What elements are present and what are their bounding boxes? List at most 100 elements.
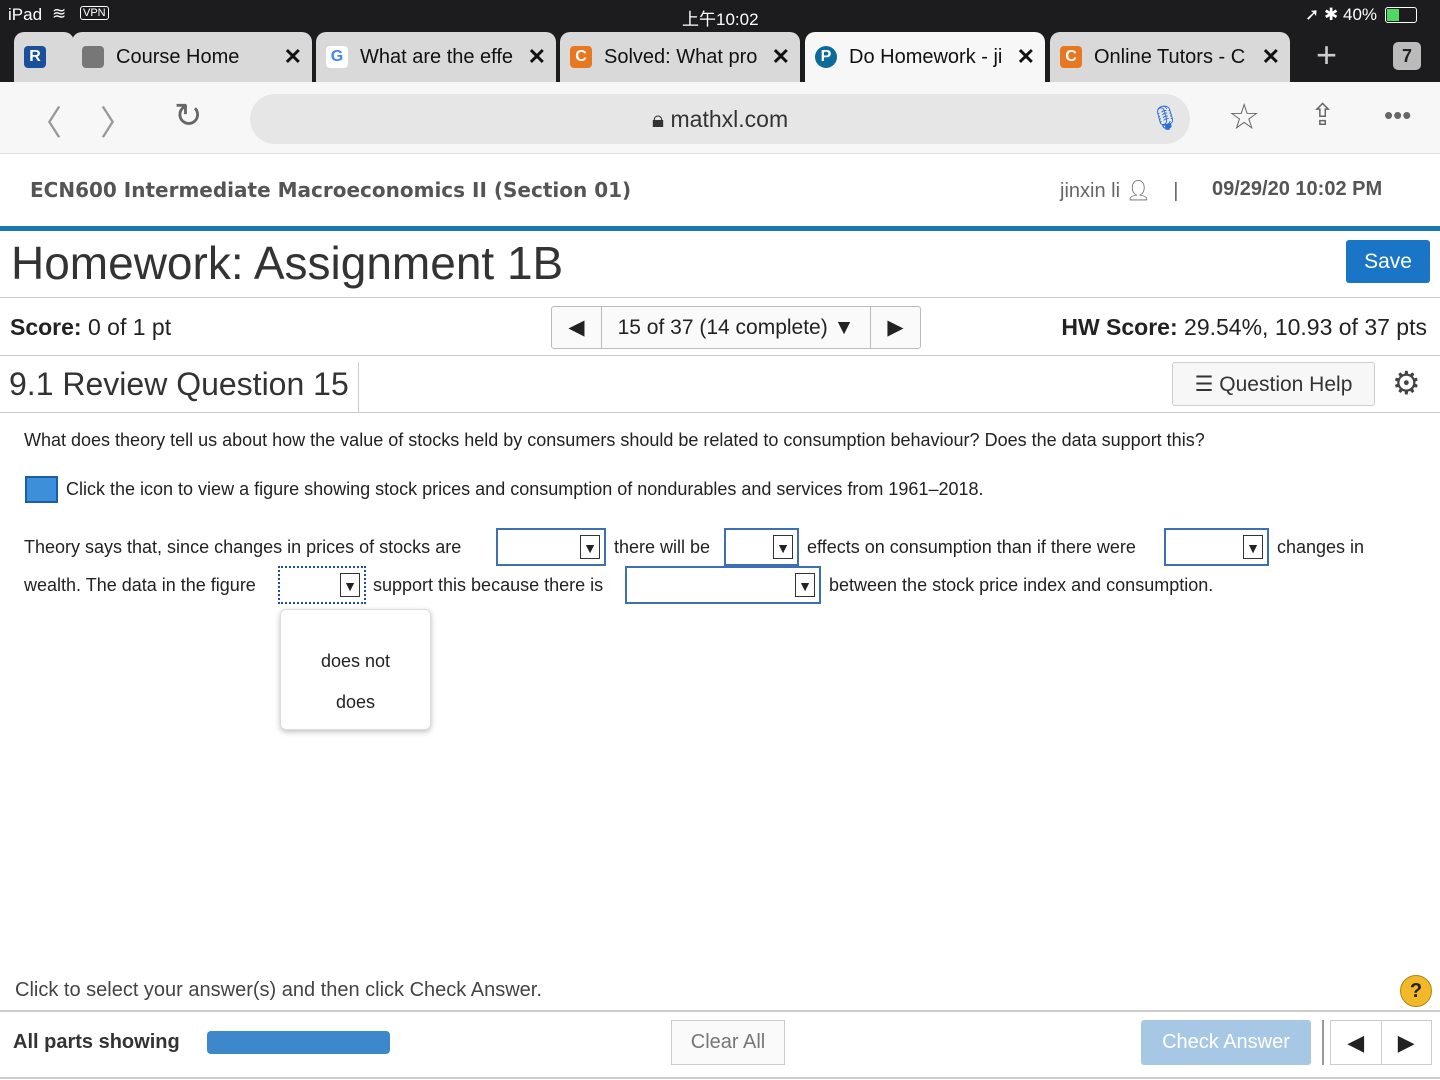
tab-label: Course Home (116, 45, 240, 68)
question-title: 9.1 Review Question 15 (9, 366, 349, 402)
question-text: changes in (1277, 537, 1365, 557)
close-icon[interactable]: ✕ (528, 44, 546, 70)
question-prompt: What does theory tell us about how the v… (24, 430, 1205, 450)
user-label: jinxin li (1060, 180, 1121, 202)
tab-online-tutors[interactable]: C Online Tutors - C ✕ (1050, 32, 1290, 82)
tablet-icon (82, 46, 104, 68)
divider (0, 297, 1440, 298)
reload-button[interactable]: ↻ (174, 96, 203, 136)
close-icon[interactable]: ✕ (284, 44, 302, 70)
pager-label: 15 of 37 (14 complete) (617, 315, 828, 339)
next-question-button[interactable]: ▶ (870, 307, 920, 348)
divider (0, 355, 1440, 356)
next-button[interactable]: ▶ (1382, 1021, 1432, 1064)
microphone-icon[interactable]: 🎙︎ (1150, 104, 1180, 133)
address-bar[interactable]: 🔒︎ mathxl.com (250, 94, 1190, 144)
tab-count[interactable]: 7 (1393, 42, 1421, 70)
more-icon[interactable]: ••• (1384, 100, 1411, 131)
device-label: iPad (8, 5, 43, 24)
user-icon: 👤︎ (1125, 180, 1151, 202)
share-icon[interactable]: ⇪ (1310, 98, 1335, 133)
browser-toolbar: 〈 〉 ↻ 🔒︎ mathxl.com 🎙︎ ☆ ⇪ ••• (0, 82, 1440, 154)
parts-progress-bar (207, 1031, 390, 1054)
tab-google[interactable]: G What are the effe ✕ (316, 32, 556, 82)
caret-down-icon: ▼ (340, 573, 360, 597)
answer-dropdown-1[interactable]: ▼ (496, 528, 606, 566)
question-help-button[interactable]: ☰ Question Help (1172, 362, 1375, 406)
parts-label: All parts showing (13, 1031, 180, 1053)
vpn-badge: VPN (80, 6, 109, 20)
r-icon: R (24, 46, 46, 68)
google-icon: G (326, 46, 348, 68)
save-button[interactable]: Save (1346, 240, 1430, 283)
caret-down-icon: ▼ (795, 573, 815, 597)
question-text: there will be (614, 537, 711, 557)
tab-bar: R Course Home ✕ G What are the effe ✕ C Solv… (0, 30, 1440, 82)
option-label: does (335, 692, 376, 712)
status-bar: iPad ≋ VPN 上午10:02 ➚ ✱ 40% (0, 0, 1440, 30)
help-icon[interactable]: ? (1400, 975, 1432, 1007)
check-answer-button[interactable]: Check Answer (1141, 1020, 1311, 1065)
tab-pinned[interactable]: R (14, 32, 74, 82)
score-value: 0 of 1 pt (87, 314, 172, 340)
user-name[interactable]: jinxin li 👤︎ | (1060, 178, 1178, 203)
figure-link-text: Click the icon to view a figure showing … (66, 479, 984, 499)
forward-button[interactable]: 〉 (100, 96, 134, 145)
battery-icon (1385, 7, 1417, 23)
answer-dropdown-3[interactable]: ▼ (1164, 528, 1269, 566)
chegg-icon: C (570, 46, 592, 68)
tab-do-homework[interactable]: P Do Homework - ji ✕ (805, 32, 1045, 82)
divider (0, 226, 1440, 231)
option-label: does not (320, 651, 391, 671)
caret-down-icon: ▼ (1243, 535, 1263, 559)
pearson-icon: P (815, 46, 837, 68)
page-title: Homework: Assignment 1B (11, 237, 564, 289)
question-select[interactable]: 15 of 37 (14 complete) ▼ (602, 307, 870, 348)
question-help-label: Question Help (1219, 372, 1353, 396)
question-pager: ◀ 15 of 37 (14 complete) ▼ ▶ (551, 306, 921, 349)
close-icon[interactable]: ✕ (1262, 44, 1280, 70)
instruction-text: Click to select your answer(s) and then … (15, 979, 542, 1001)
divider (0, 412, 1440, 413)
question-text: wealth. The data in the figure (24, 575, 256, 595)
bookmark-star-icon[interactable]: ☆ (1228, 96, 1260, 138)
divider (1322, 1020, 1324, 1065)
hw-score-value: 29.54%, 10.93 of 37 pts (1184, 314, 1427, 340)
course-title: ECN600 Intermediate Macroeconomics II (S… (30, 178, 632, 202)
answer-dropdown-5[interactable]: ▼ (625, 566, 821, 604)
question-text: Theory says that, since changes in price… (24, 537, 462, 557)
dropdown-option-does-not[interactable]: does not (281, 610, 430, 671)
question-text: effects on consumption than if there wer… (807, 537, 1136, 557)
hw-score-label: HW Score: (1061, 314, 1178, 340)
score-label: Score: (10, 314, 82, 340)
caret-down-icon: ▼ (833, 315, 855, 339)
answer-dropdown-4[interactable]: ▼ (278, 566, 366, 604)
url-text: mathxl.com (670, 106, 789, 132)
tab-label: What are the effe (360, 45, 514, 68)
caret-down-icon: ▼ (580, 535, 600, 559)
image-icon[interactable] (25, 476, 58, 503)
wifi-icon: ≋ (52, 4, 67, 23)
tab-course-home[interactable]: Course Home ✕ (72, 32, 312, 82)
prev-button[interactable]: ◀ (1331, 1021, 1382, 1064)
tab-chegg[interactable]: C Solved: What pro ✕ (560, 32, 800, 82)
score: Score: 0 of 1 pt (10, 314, 171, 341)
dropdown-menu: does not does (280, 609, 431, 730)
gear-icon[interactable]: ⚙ (1392, 364, 1421, 402)
tab-label: Online Tutors - C (1094, 45, 1246, 68)
clear-all-button[interactable]: Clear All (671, 1020, 785, 1065)
prev-question-button[interactable]: ◀ (552, 307, 602, 348)
datetime: 09/29/20 10:02 PM (1212, 178, 1383, 200)
list-icon: ☰ (1194, 372, 1214, 396)
divider (0, 1010, 1440, 1012)
clock: 上午10:02 (682, 10, 759, 29)
question-text: support this because there is (373, 575, 604, 595)
close-icon[interactable]: ✕ (1017, 44, 1035, 70)
footer-nav: ◀ ▶ (1330, 1020, 1432, 1065)
divider (0, 1077, 1440, 1079)
new-tab-button[interactable]: + (1316, 34, 1337, 76)
answer-dropdown-2[interactable]: ▼ (724, 528, 799, 566)
back-button[interactable]: 〈 (28, 96, 62, 145)
close-icon[interactable]: ✕ (772, 44, 790, 70)
tab-label: Do Homework - ji (849, 45, 1003, 68)
